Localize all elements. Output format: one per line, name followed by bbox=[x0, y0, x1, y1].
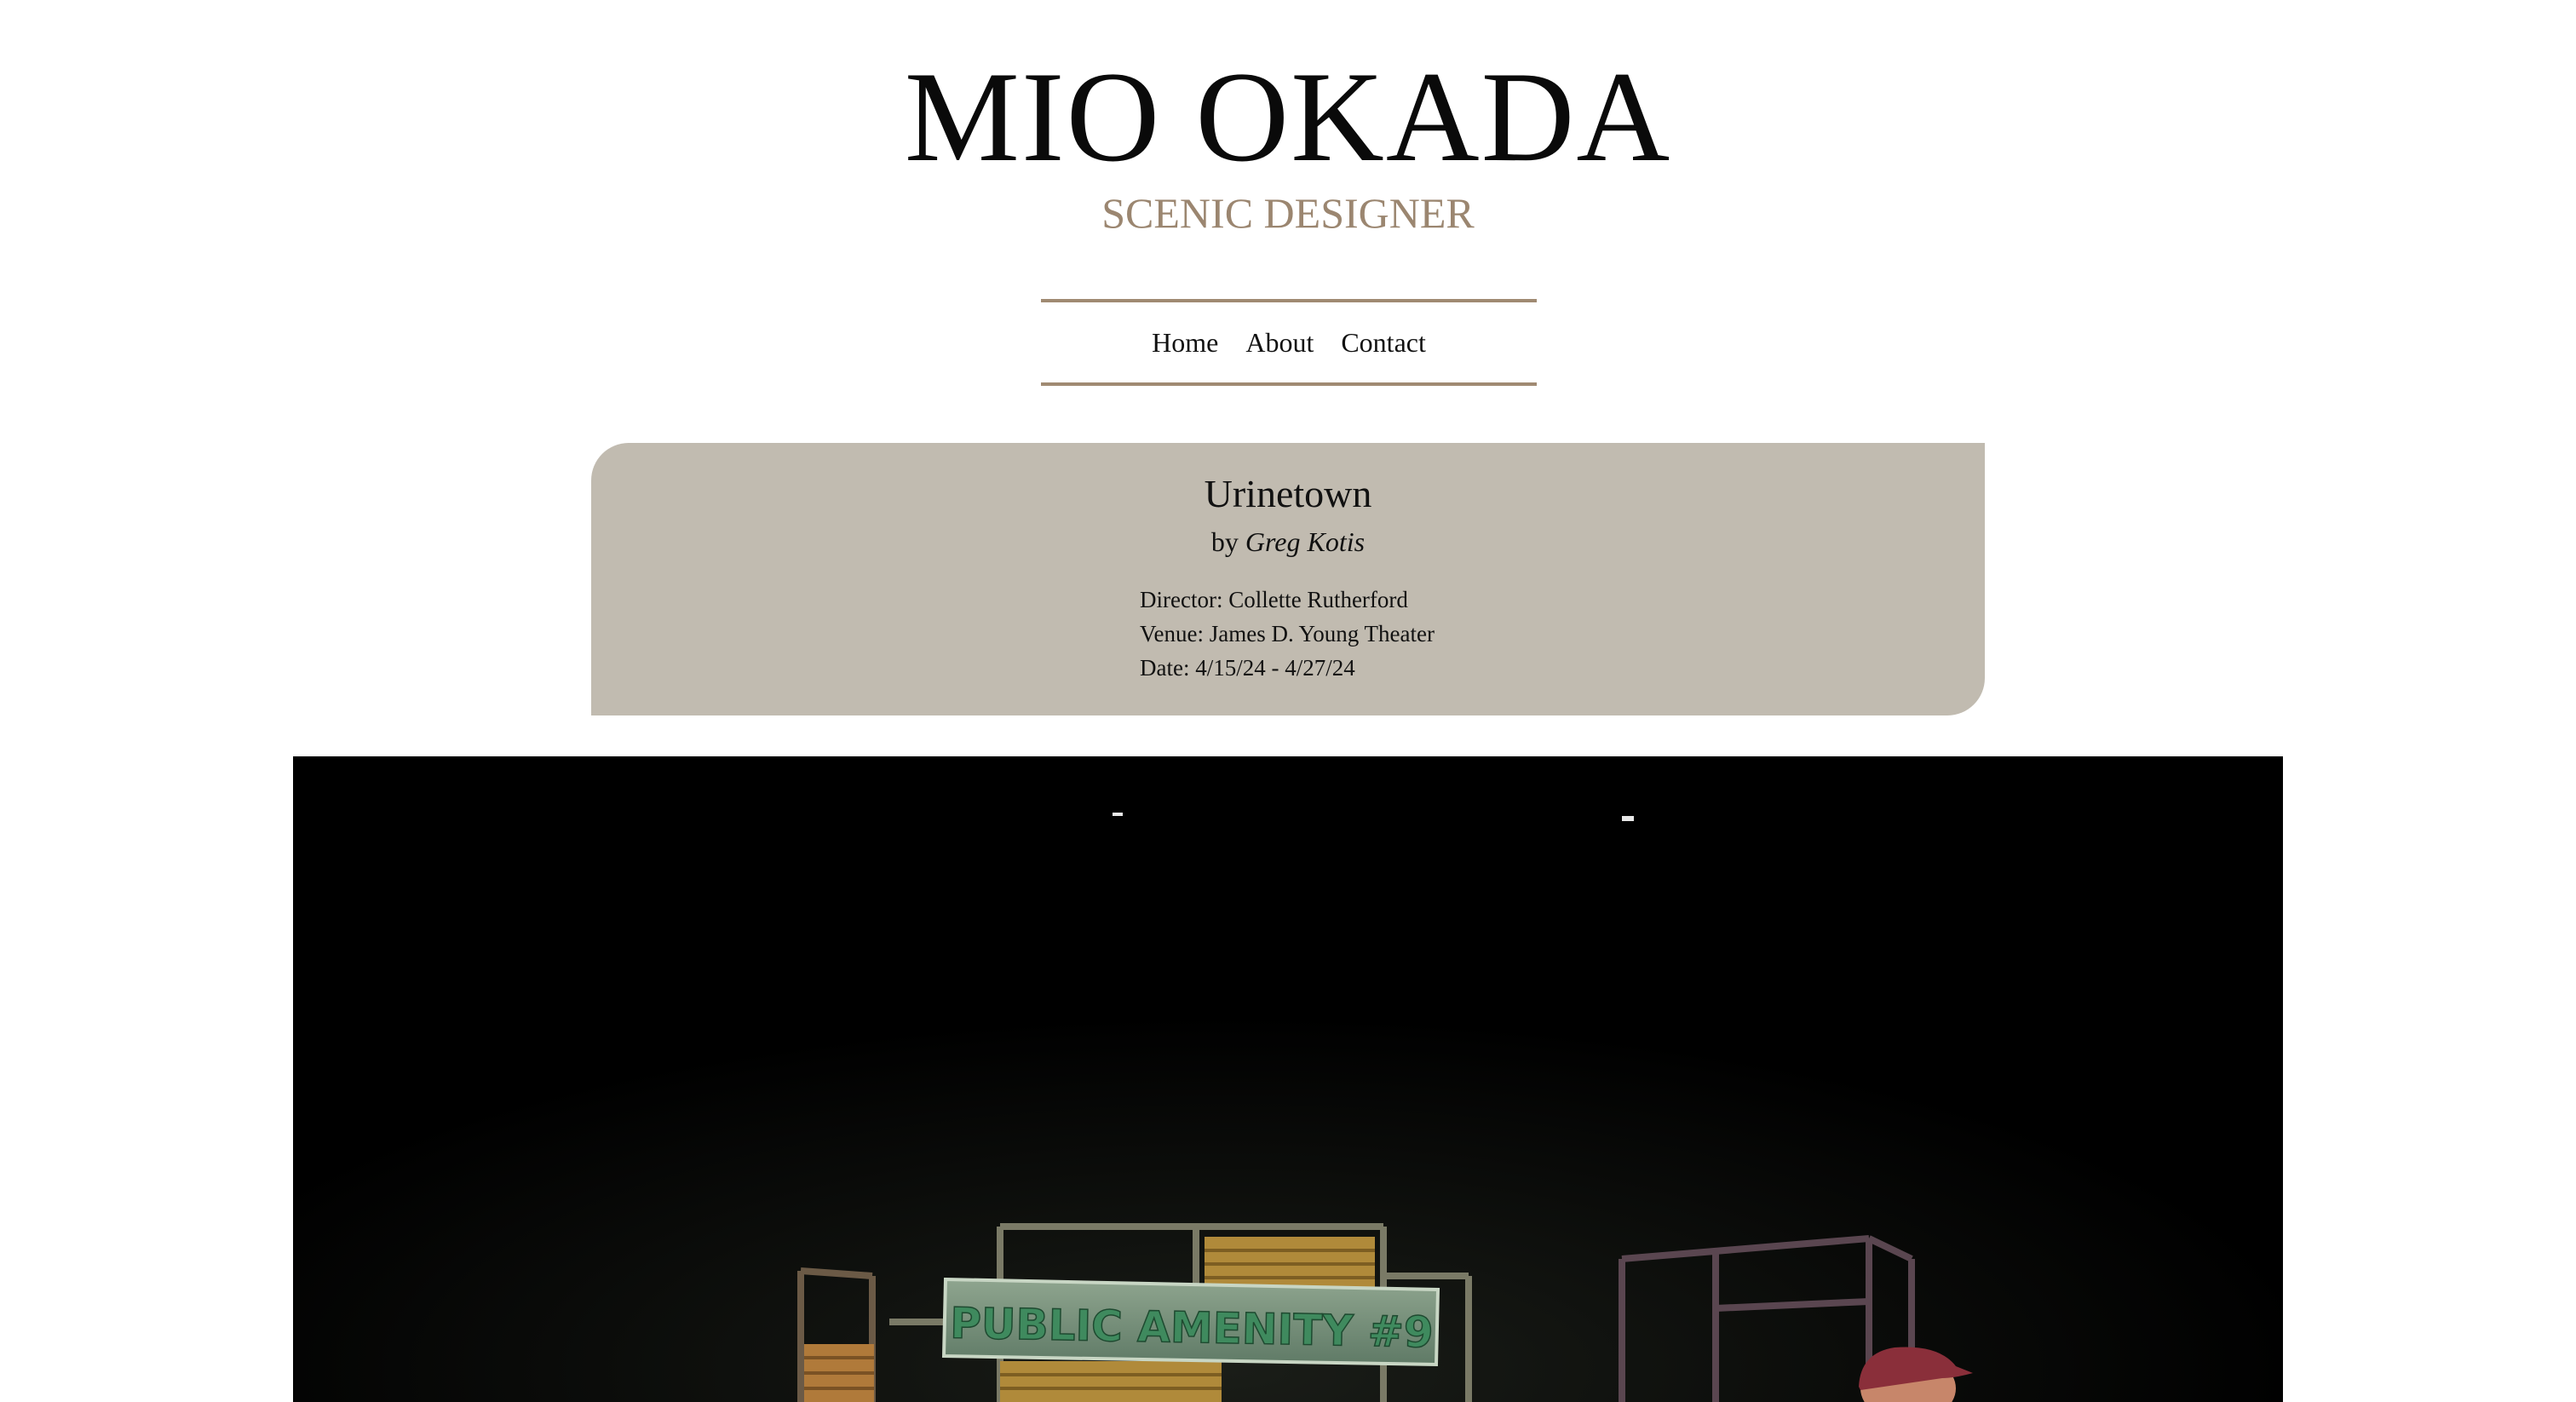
production-title: Urinetown bbox=[1204, 472, 1372, 515]
nav-about-link[interactable]: About bbox=[1245, 325, 1314, 359]
playwright-name: Greg Kotis bbox=[1245, 526, 1366, 557]
main-nav: Home About Contact bbox=[1041, 299, 1537, 386]
director-credit: Director: Collette Rutherford bbox=[1140, 587, 1408, 612]
amenity-sign-text: PUBLIC AMENITY #9 bbox=[950, 1299, 1434, 1358]
site-subtitle: SCENIC DESIGNER bbox=[1101, 189, 1475, 237]
date-credit: Date: 4/15/24 - 4/27/24 bbox=[1140, 655, 1355, 681]
production-details: Director: Collette Rutherford Venue: Jam… bbox=[1140, 583, 1736, 685]
production-photo[interactable]: PUBLIC AMENITY #9 bbox=[293, 756, 2283, 1402]
venue-credit: Venue: James D. Young Theater bbox=[1140, 621, 1435, 646]
amenity-sign: PUBLIC AMENITY #9 bbox=[941, 1277, 1440, 1367]
production-info-card: Urinetown by Greg Kotis Director: Collet… bbox=[591, 443, 1985, 715]
production-byline: by Greg Kotis bbox=[591, 525, 1985, 559]
nav-contact-link[interactable]: Contact bbox=[1341, 325, 1426, 359]
stage-light-left bbox=[1113, 813, 1123, 816]
upper-crate bbox=[1205, 1237, 1375, 1288]
nav-home-link[interactable]: Home bbox=[1152, 325, 1218, 359]
left-crates bbox=[804, 1344, 874, 1402]
byline-prefix: by bbox=[1210, 526, 1239, 557]
lower-crate bbox=[1000, 1361, 1222, 1402]
stage-photo-illustration: PUBLIC AMENITY #9 bbox=[293, 756, 2283, 1402]
stage-light-right bbox=[1622, 816, 1634, 821]
site-title[interactable]: MIO OKADA bbox=[0, 52, 2576, 181]
